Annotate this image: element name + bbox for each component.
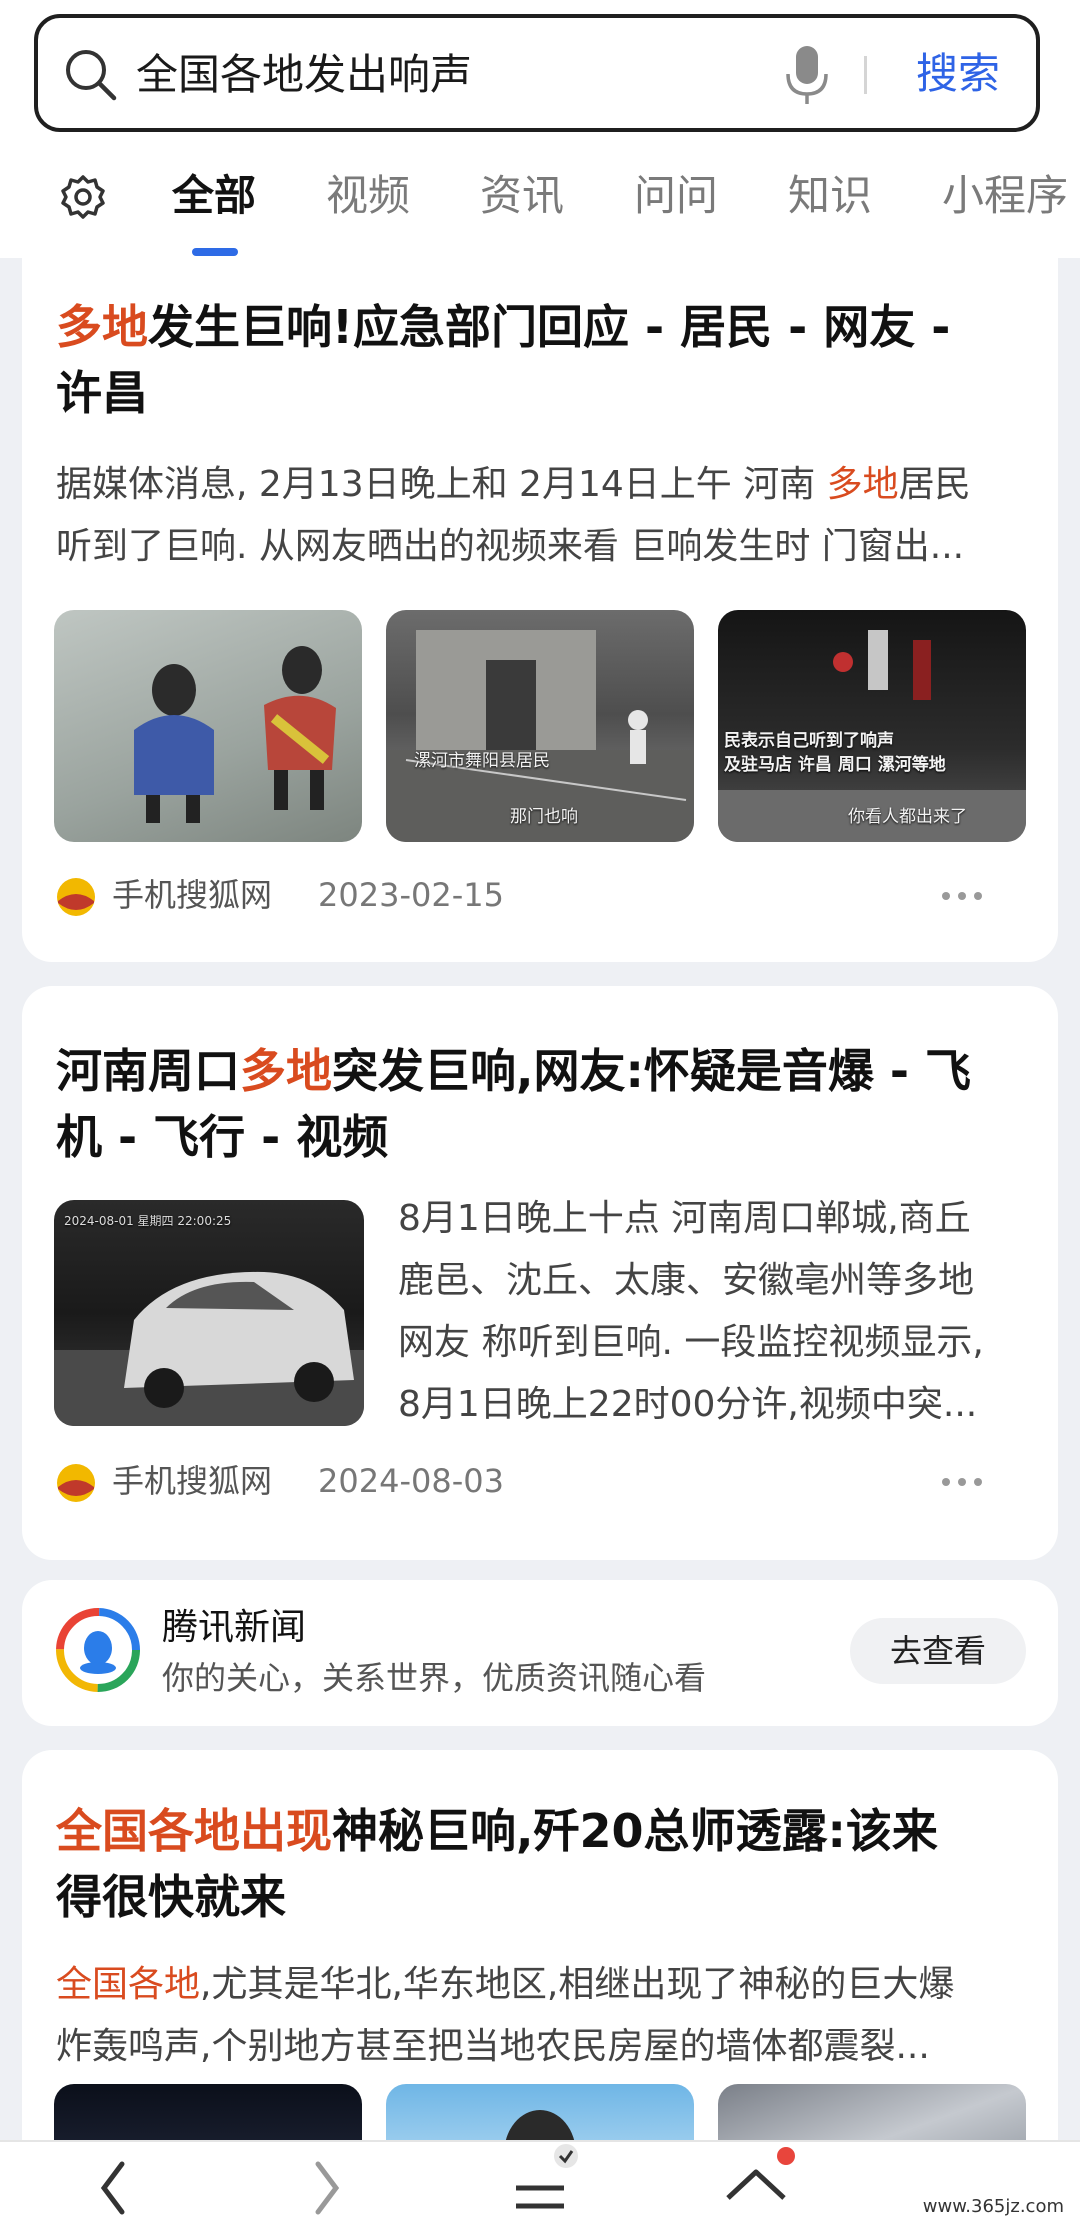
- search-input[interactable]: 全国各地发出响声: [136, 46, 472, 104]
- view-button[interactable]: 去查看: [850, 1618, 1026, 1684]
- tab-mini-programs[interactable]: 小程序: [942, 166, 1068, 226]
- search-icon: [66, 50, 117, 101]
- snippet-highlight: 多地: [826, 464, 899, 505]
- bottom-navigation-bar: www.365jz.com: [0, 2140, 1080, 2221]
- snippet-highlight: 全国各地: [56, 1964, 201, 2005]
- snippet-text: 居民: [898, 464, 971, 505]
- app-name: 腾讯新闻: [162, 1607, 307, 1648]
- source-row: 手机搜狐网 2023-02-15: [56, 870, 1024, 920]
- title-text-line2: 许昌: [56, 366, 148, 420]
- thumbnail-caption: 那门也响: [510, 807, 578, 827]
- tab-video[interactable]: 视频: [326, 166, 410, 226]
- tab-all[interactable]: 全部: [172, 166, 256, 226]
- snippet-line: 网友 称听到巨响. 一段监控视频显示,: [398, 1322, 984, 1363]
- timestamp-overlay: 2024-08-01 星期四 22:00:25: [64, 1214, 232, 1228]
- app-promo-card[interactable]: 腾讯新闻 你的关心，关系世界，优质资讯随心看 去查看: [22, 1580, 1058, 1726]
- title-text-line2: 得很快就来: [56, 1870, 286, 1924]
- app-slogan: 你的关心，关系世界，优质资讯随心看: [162, 1659, 707, 1697]
- title-highlight: 多地: [240, 1044, 332, 1098]
- watermark-text: www.365jz.com: [918, 2196, 1068, 2217]
- microphone-icon[interactable]: [784, 44, 830, 106]
- snippet-line: 8月1日晚上22时00分许,视频中突...: [398, 1384, 978, 1425]
- result-snippet: 据媒体消息, 2月13日晚上和 2月14日上午 河南 多地居民 听到了巨响. 从…: [56, 454, 971, 578]
- tencent-news-logo-icon: [56, 1608, 140, 1692]
- search-box[interactable]: 全国各地发出响声 搜索: [34, 14, 1040, 132]
- snippet-text: 据媒体消息, 2月13日晚上和 2月14日上午 河南: [56, 464, 827, 505]
- car-cctv-image: [54, 1271, 364, 1426]
- gear-icon[interactable]: [60, 174, 106, 220]
- more-options-icon[interactable]: [940, 890, 984, 902]
- source-row: 手机搜狐网 2024-08-03: [56, 1456, 1024, 1506]
- title-text: 突发巨响,网友:怀疑是音爆 - 飞: [332, 1044, 971, 1098]
- thumbnail-caption: 民表示自己听到了响声: [724, 731, 894, 751]
- sohu-logo-icon: [57, 878, 95, 916]
- thumbnail-caption: 及驻马店 许昌 周口 漯河等地: [724, 755, 946, 775]
- result-title[interactable]: 多地发生巨响!应急部门回应 - 居民 - 网友 - 许昌: [56, 294, 950, 426]
- thumbnail-image[interactable]: 漯河市舞阳县居民 那门也响: [386, 610, 694, 842]
- snippet-text-line2: 听到了巨响. 从网友晒出的视频来看 巨响发生时 门窗出...: [56, 526, 965, 567]
- title-text: 发生巨响!应急部门回应 - 居民 - 网友 -: [148, 300, 951, 354]
- snippet-text-line2: 炸轰鸣声,个别地方甚至把当地农民房屋的墙体都震裂...: [56, 2026, 930, 2067]
- result-card[interactable]: 多地发生巨响!应急部门回应 - 居民 - 网友 - 许昌 据媒体消息, 2月13…: [22, 258, 1058, 962]
- source-name[interactable]: 手机搜狐网: [112, 870, 272, 920]
- thumbnail-image[interactable]: [54, 610, 362, 842]
- title-text: 河南周口: [56, 1044, 240, 1098]
- search-button[interactable]: 搜索: [890, 42, 1026, 106]
- title-highlight: 全国各地出现: [56, 1804, 332, 1858]
- category-tabs: 全部 视频 资讯 问问 知识 小程序: [0, 160, 1080, 258]
- tab-qa[interactable]: 问问: [634, 166, 718, 226]
- sohu-logo-icon: [57, 1464, 95, 1502]
- result-snippet: 8月1日晚上十点 河南周口郸城,商丘 鹿邑、沈丘、太康、安徽亳州等多地 网友 称…: [398, 1188, 984, 1436]
- title-highlight: 多地: [56, 300, 148, 354]
- result-title[interactable]: 全国各地出现神秘巨响,歼20总师透露:该来 得很快就来: [56, 1798, 938, 1930]
- snippet-text: ,尤其是华北,华东地区,相继出现了神秘的巨大爆: [200, 1964, 955, 2005]
- title-text: 神秘巨响,歼20总师透露:该来: [332, 1804, 938, 1858]
- thumbnail-caption: 漯河市舞阳县居民: [414, 751, 550, 771]
- menu-icon[interactable]: [500, 2142, 580, 2221]
- search-header: 全国各地发出响声 搜索 全部 视频 资讯 问问 知识 小程序: [0, 0, 1080, 258]
- snippet-line: 鹿邑、沈丘、太康、安徽亳州等多地: [398, 1260, 975, 1301]
- result-card[interactable]: 河南周口多地突发巨响,网友:怀疑是音爆 - 飞 机 - 飞行 - 视频 2024…: [22, 986, 1058, 1560]
- snippet-line: 8月1日晚上十点 河南周口郸城,商丘: [398, 1198, 971, 1239]
- source-name[interactable]: 手机搜狐网: [112, 1456, 272, 1506]
- active-tab-indicator: [192, 248, 238, 256]
- people-silhouette-image: [134, 646, 336, 823]
- thumbnail-image[interactable]: 民表示自己听到了响声 及驻马店 许昌 周口 漯河等地 你看人都出来了: [718, 610, 1026, 842]
- publish-date: 2024-08-03: [318, 1462, 504, 1500]
- home-icon[interactable]: [716, 2142, 796, 2221]
- back-arrow-icon[interactable]: [74, 2142, 154, 2221]
- forward-arrow-icon[interactable]: [286, 2142, 366, 2221]
- result-card[interactable]: 全国各地出现神秘巨响,歼20总师透露:该来 得很快就来 全国各地,尤其是华北,华…: [22, 1750, 1058, 2170]
- thumbnail-caption: 你看人都出来了: [848, 807, 967, 827]
- thumbnail-image[interactable]: 2024-08-01 星期四 22:00:25: [54, 1200, 364, 1426]
- search-divider: [864, 56, 867, 94]
- tab-knowledge[interactable]: 知识: [788, 166, 872, 226]
- more-options-icon[interactable]: [940, 1476, 984, 1488]
- title-text-line2: 机 - 飞行 - 视频: [56, 1110, 389, 1164]
- result-title[interactable]: 河南周口多地突发巨响,网友:怀疑是音爆 - 飞 机 - 飞行 - 视频: [56, 1038, 971, 1170]
- publish-date: 2023-02-15: [318, 876, 504, 914]
- result-snippet: 全国各地,尤其是华北,华东地区,相继出现了神秘的巨大爆 炸轰鸣声,个别地方甚至把…: [56, 1954, 954, 2078]
- tab-news[interactable]: 资讯: [480, 166, 564, 226]
